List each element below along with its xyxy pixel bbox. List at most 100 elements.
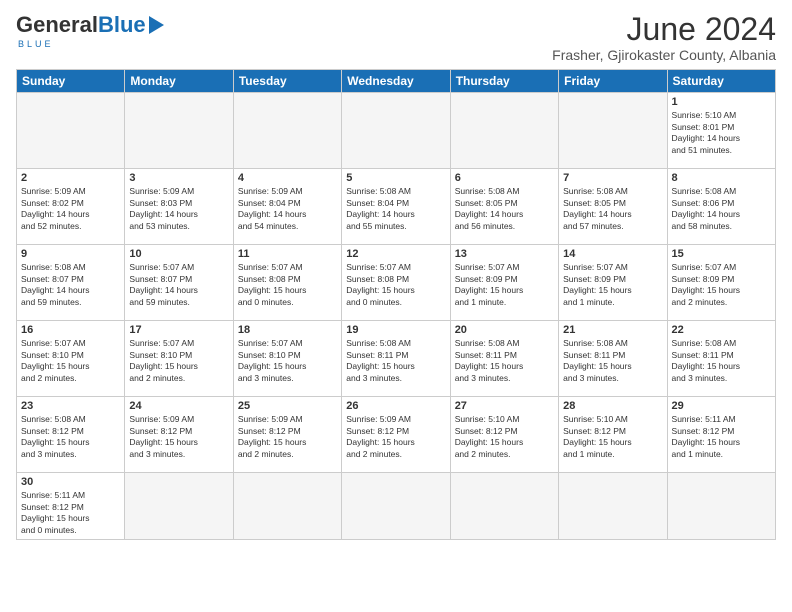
calendar-cell-4-1: 24Sunrise: 5:09 AM Sunset: 8:12 PM Dayli… xyxy=(125,397,233,473)
day-number-9: 9 xyxy=(21,248,120,260)
calendar-cell-3-0: 16 Sunrise: 5:07 AM Sunset: 8:10 PM Dayli… xyxy=(17,321,125,397)
day-info-10: Sunrise: 5:07 AM Sunset: 8:07 PM Dayligh… xyxy=(129,262,228,308)
day-info-8: Sunrise: 5:08 AM Sunset: 8:06 PM Dayligh… xyxy=(672,186,771,232)
day-info-17: Sunrise: 5:07 AM Sunset: 8:10 PM Dayligh… xyxy=(129,338,228,384)
calendar-cell-1-3: 5Sunrise: 5:08 AM Sunset: 8:04 PM Daylig… xyxy=(342,169,450,245)
day-info-16: Sunrise: 5:07 AM Sunset: 8:10 PM Dayligh… xyxy=(21,338,120,384)
day-number-5: 5 xyxy=(346,172,445,184)
day-number-2: 2 xyxy=(21,172,120,184)
calendar-cell-1-2: 4Sunrise: 5:09 AM Sunset: 8:04 PM Daylig… xyxy=(233,169,341,245)
calendar-cell-2-2: 11 Sunrise: 5:07 AM Sunset: 8:08 PM Dayli… xyxy=(233,245,341,321)
calendar-cell-3-2: 18Sunrise: 5:07 AM Sunset: 8:10 PM Dayli… xyxy=(233,321,341,397)
title-block: June 2024 Frasher, Gjirokaster County, A… xyxy=(552,12,776,63)
calendar-location: Frasher, Gjirokaster County, Albania xyxy=(552,47,776,63)
calendar-cell-5-3 xyxy=(342,473,450,540)
day-number-27: 27 xyxy=(455,400,554,412)
day-number-23: 23 xyxy=(21,400,120,412)
week-row-1: 1 Sunrise: 5:10 AM Sunset: 8:01 PM Daylig… xyxy=(17,93,776,169)
logo-general-text: General xyxy=(16,12,98,38)
calendar-cell-5-4 xyxy=(450,473,558,540)
day-info-7: Sunrise: 5:08 AM Sunset: 8:05 PM Dayligh… xyxy=(563,186,662,232)
header-thursday: Thursday xyxy=(450,70,558,93)
header-sunday: Sunday xyxy=(17,70,125,93)
calendar-cell-4-6: 29 Sunrise: 5:11 AM Sunset: 8:12 PM Dayli… xyxy=(667,397,775,473)
day-info-14: Sunrise: 5:07 AM Sunset: 8:09 PM Dayligh… xyxy=(563,262,662,308)
day-info-13: Sunrise: 5:07 AM Sunset: 8:09 PM Dayligh… xyxy=(455,262,554,308)
week-row-5: 23 Sunrise: 5:08 AM Sunset: 8:12 PM Dayli… xyxy=(17,397,776,473)
calendar-cell-5-6 xyxy=(667,473,775,540)
day-info-19: Sunrise: 5:08 AM Sunset: 8:11 PM Dayligh… xyxy=(346,338,445,384)
day-number-6: 6 xyxy=(455,172,554,184)
calendar-cell-5-0: 30Sunrise: 5:11 AM Sunset: 8:12 PM Dayli… xyxy=(17,473,125,540)
day-number-16: 16 xyxy=(21,324,120,336)
calendar-cell-2-4: 13Sunrise: 5:07 AM Sunset: 8:09 PM Dayli… xyxy=(450,245,558,321)
day-number-3: 3 xyxy=(129,172,228,184)
calendar-title: June 2024 xyxy=(552,12,776,47)
logo: General Blue BLUE xyxy=(16,12,164,49)
day-info-26: Sunrise: 5:09 AM Sunset: 8:12 PM Dayligh… xyxy=(346,414,445,460)
day-info-28: Sunrise: 5:10 AM Sunset: 8:12 PM Dayligh… xyxy=(563,414,662,460)
day-number-25: 25 xyxy=(238,400,337,412)
calendar-cell-0-4 xyxy=(450,93,558,169)
day-number-15: 15 xyxy=(672,248,771,260)
day-number-19: 19 xyxy=(346,324,445,336)
day-number-11: 11 xyxy=(238,248,337,260)
page: General Blue BLUE June 2024 Frasher, Gji… xyxy=(0,0,792,612)
day-number-14: 14 xyxy=(563,248,662,260)
week-row-6: 30Sunrise: 5:11 AM Sunset: 8:12 PM Dayli… xyxy=(17,473,776,540)
calendar-cell-0-2 xyxy=(233,93,341,169)
header-tuesday: Tuesday xyxy=(233,70,341,93)
header-friday: Friday xyxy=(559,70,667,93)
day-number-17: 17 xyxy=(129,324,228,336)
day-number-1: 1 xyxy=(672,96,771,108)
logo-arrow-icon xyxy=(149,16,164,34)
day-number-8: 8 xyxy=(672,172,771,184)
calendar-cell-4-3: 26 Sunrise: 5:09 AM Sunset: 8:12 PM Dayli… xyxy=(342,397,450,473)
day-number-26: 26 xyxy=(346,400,445,412)
header: General Blue BLUE June 2024 Frasher, Gji… xyxy=(16,12,776,63)
day-number-28: 28 xyxy=(563,400,662,412)
calendar-cell-4-2: 25Sunrise: 5:09 AM Sunset: 8:12 PM Dayli… xyxy=(233,397,341,473)
calendar-cell-2-6: 15 Sunrise: 5:07 AM Sunset: 8:09 PM Dayli… xyxy=(667,245,775,321)
calendar-cell-3-5: 21Sunrise: 5:08 AM Sunset: 8:11 PM Dayli… xyxy=(559,321,667,397)
day-info-1: Sunrise: 5:10 AM Sunset: 8:01 PM Dayligh… xyxy=(672,110,771,156)
day-number-4: 4 xyxy=(238,172,337,184)
calendar-cell-2-5: 14 Sunrise: 5:07 AM Sunset: 8:09 PM Dayli… xyxy=(559,245,667,321)
calendar-cell-3-1: 17 Sunrise: 5:07 AM Sunset: 8:10 PM Dayli… xyxy=(125,321,233,397)
weekday-header-row: Sunday Monday Tuesday Wednesday Thursday… xyxy=(17,70,776,93)
calendar-cell-0-0 xyxy=(17,93,125,169)
day-number-29: 29 xyxy=(672,400,771,412)
calendar-cell-3-6: 22Sunrise: 5:08 AM Sunset: 8:11 PM Dayli… xyxy=(667,321,775,397)
day-info-6: Sunrise: 5:08 AM Sunset: 8:05 PM Dayligh… xyxy=(455,186,554,232)
calendar-cell-0-6: 1 Sunrise: 5:10 AM Sunset: 8:01 PM Daylig… xyxy=(667,93,775,169)
day-number-10: 10 xyxy=(129,248,228,260)
day-info-27: Sunrise: 5:10 AM Sunset: 8:12 PM Dayligh… xyxy=(455,414,554,460)
calendar-cell-5-2 xyxy=(233,473,341,540)
day-info-15: Sunrise: 5:07 AM Sunset: 8:09 PM Dayligh… xyxy=(672,262,771,308)
logo-tagline: BLUE xyxy=(18,39,54,49)
day-info-23: Sunrise: 5:08 AM Sunset: 8:12 PM Dayligh… xyxy=(21,414,120,460)
day-info-29: Sunrise: 5:11 AM Sunset: 8:12 PM Dayligh… xyxy=(672,414,771,460)
calendar-cell-4-5: 28 Sunrise: 5:10 AM Sunset: 8:12 PM Dayli… xyxy=(559,397,667,473)
day-number-21: 21 xyxy=(563,324,662,336)
day-number-18: 18 xyxy=(238,324,337,336)
day-number-22: 22 xyxy=(672,324,771,336)
calendar-cell-1-6: 8 Sunrise: 5:08 AM Sunset: 8:06 PM Daylig… xyxy=(667,169,775,245)
calendar-cell-0-5 xyxy=(559,93,667,169)
calendar-cell-3-4: 20Sunrise: 5:08 AM Sunset: 8:11 PM Dayli… xyxy=(450,321,558,397)
calendar-cell-5-5 xyxy=(559,473,667,540)
day-info-9: Sunrise: 5:08 AM Sunset: 8:07 PM Dayligh… xyxy=(21,262,120,308)
day-info-12: Sunrise: 5:07 AM Sunset: 8:08 PM Dayligh… xyxy=(346,262,445,308)
calendar-cell-4-4: 27 Sunrise: 5:10 AM Sunset: 8:12 PM Dayli… xyxy=(450,397,558,473)
header-saturday: Saturday xyxy=(667,70,775,93)
day-info-20: Sunrise: 5:08 AM Sunset: 8:11 PM Dayligh… xyxy=(455,338,554,384)
calendar-cell-3-3: 19 Sunrise: 5:08 AM Sunset: 8:11 PM Dayli… xyxy=(342,321,450,397)
day-number-12: 12 xyxy=(346,248,445,260)
day-info-2: Sunrise: 5:09 AM Sunset: 8:02 PM Dayligh… xyxy=(21,186,120,232)
calendar-cell-2-1: 10 Sunrise: 5:07 AM Sunset: 8:07 PM Dayli… xyxy=(125,245,233,321)
day-number-24: 24 xyxy=(129,400,228,412)
header-monday: Monday xyxy=(125,70,233,93)
calendar-cell-0-3 xyxy=(342,93,450,169)
calendar-table: Sunday Monday Tuesday Wednesday Thursday… xyxy=(16,69,776,540)
day-info-11: Sunrise: 5:07 AM Sunset: 8:08 PM Dayligh… xyxy=(238,262,337,308)
